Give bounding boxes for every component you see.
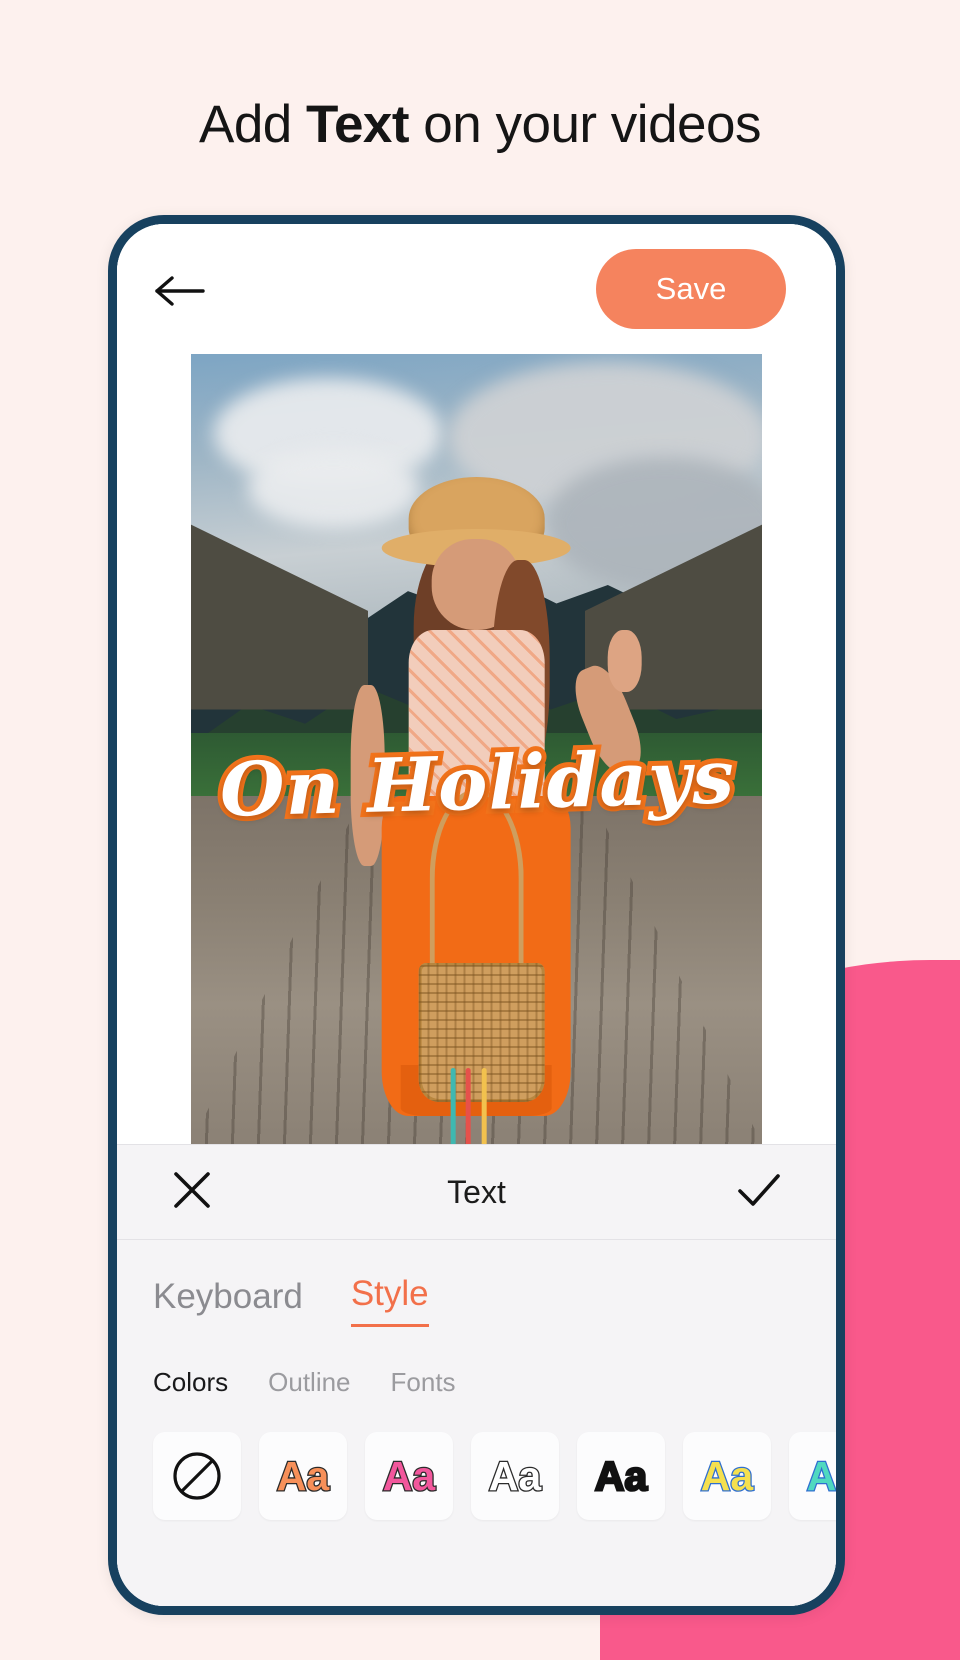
style-panel: Keyboard Style Colors Outline Fonts Aa Aa… xyxy=(117,1239,836,1606)
color-swatch-black[interactable]: Aa xyxy=(577,1432,665,1520)
app-top-bar: Save xyxy=(117,224,836,354)
mode-tab-list: Keyboard Style xyxy=(117,1274,836,1327)
save-button[interactable]: Save xyxy=(596,249,786,329)
video-text-overlay[interactable]: On Holidays xyxy=(214,729,741,838)
color-swatch-orange[interactable]: Aa xyxy=(259,1432,347,1520)
color-swatch-teal[interactable]: Aa xyxy=(789,1432,837,1520)
color-swatch-list[interactable]: AaAaAaAaAaAaAa xyxy=(117,1398,836,1520)
color-swatch-pink[interactable]: Aa xyxy=(365,1432,453,1520)
basket-tassel xyxy=(481,1067,487,1144)
basket-tassel xyxy=(450,1067,456,1144)
editor-toolbar: Text xyxy=(117,1144,836,1239)
tab-keyboard[interactable]: Keyboard xyxy=(153,1277,303,1327)
editor-title: Text xyxy=(447,1173,506,1210)
open-hand xyxy=(607,629,642,693)
swatch-label: Aa xyxy=(275,1452,330,1499)
sub-tab-outline[interactable]: Outline xyxy=(268,1367,350,1398)
back-button[interactable] xyxy=(153,268,211,314)
video-preview[interactable]: On Holidays xyxy=(191,354,762,1144)
color-swatch-none[interactable] xyxy=(153,1432,241,1520)
confirm-button[interactable] xyxy=(734,1167,784,1218)
swatch-label: Aa xyxy=(381,1452,436,1499)
phone-mockup: Save On Holidays Text Keyboard Style Col… xyxy=(108,215,845,1615)
swatch-label: Aa xyxy=(487,1452,542,1499)
close-icon xyxy=(174,1171,210,1208)
headline-emphasis: Text xyxy=(306,95,410,154)
save-button-label: Save xyxy=(655,271,727,306)
tab-style[interactable]: Style xyxy=(350,1274,429,1327)
close-button[interactable] xyxy=(169,1167,215,1218)
swatch-label: Aa xyxy=(699,1452,754,1499)
phone-screen: Save On Holidays Text Keyboard Style Col… xyxy=(117,224,836,1606)
headline-prefix: Add xyxy=(198,95,307,154)
arrow-left-icon xyxy=(155,276,205,306)
swatch-label: Aa xyxy=(593,1452,648,1499)
no-color-icon xyxy=(173,1452,221,1500)
basket-tassel xyxy=(465,1067,471,1144)
page-title: Add Text on your videos xyxy=(0,95,960,154)
color-swatch-white[interactable]: Aa xyxy=(471,1432,559,1520)
sub-tab-list: Colors Outline Fonts xyxy=(117,1327,836,1398)
swatch-label: Aa xyxy=(805,1452,837,1499)
headline-suffix: on your videos xyxy=(409,95,761,154)
color-swatch-yellow[interactable]: Aa xyxy=(683,1432,771,1520)
sub-tab-fonts[interactable]: Fonts xyxy=(391,1367,456,1398)
video-preview-container: On Holidays xyxy=(117,354,836,1144)
check-icon xyxy=(738,1173,780,1206)
sub-tab-colors[interactable]: Colors xyxy=(153,1367,228,1398)
